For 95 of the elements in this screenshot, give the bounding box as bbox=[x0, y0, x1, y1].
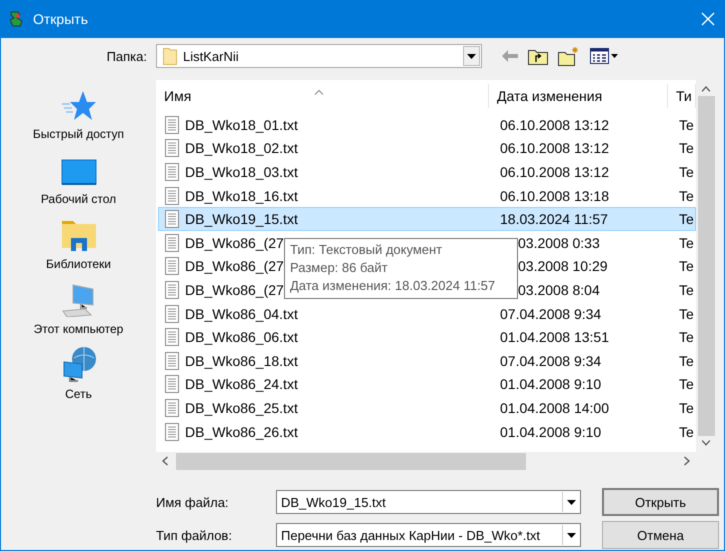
window-title: Открыть bbox=[33, 11, 89, 27]
file-name: DB_Wko18_03.txt bbox=[185, 164, 298, 180]
selected-file-row[interactable]: DB_Wko19_15.txt 18.03.2024 11:57 Te bbox=[158, 207, 696, 231]
document-icon bbox=[165, 162, 179, 181]
sort-ascending-icon bbox=[314, 89, 324, 95]
folder-icon bbox=[163, 47, 177, 65]
modified-date: 03.2008 0:33 bbox=[518, 234, 600, 251]
modified-date: 01.04.2008 14:00 bbox=[500, 400, 609, 416]
scroll-up-icon[interactable] bbox=[701, 86, 711, 92]
file-name: DB_Wko86_24.txt bbox=[185, 376, 298, 392]
modified-date: 07.04.2008 9:34 bbox=[500, 352, 602, 369]
file-type: Te bbox=[679, 211, 694, 228]
file-name: DB_Wko86_25.txt bbox=[185, 400, 298, 416]
library-folder-icon bbox=[60, 220, 96, 252]
folder-dropdown[interactable]: ListKarNii bbox=[156, 44, 482, 68]
file-name: DB_Wko18_01.txt bbox=[185, 116, 298, 133]
file-name: DB_Wko86_26.txt bbox=[185, 424, 298, 440]
folder-up-icon[interactable] bbox=[528, 47, 548, 65]
file-name: DB_Wko18_02.txt bbox=[185, 140, 298, 156]
star-icon bbox=[60, 90, 96, 122]
file-name-value: DB_Wko19_15.txt bbox=[281, 494, 387, 510]
folder-label: Папка: bbox=[106, 48, 147, 64]
folder-name: ListKarNii bbox=[183, 48, 240, 64]
file-type: Te bbox=[679, 234, 694, 251]
document-icon bbox=[165, 210, 179, 228]
place-label[interactable]: Быстрый доступ bbox=[32, 127, 124, 141]
modified-date: 01.04.2008 13:51 bbox=[500, 329, 609, 346]
caret-icon bbox=[567, 532, 576, 538]
scroll-right-icon[interactable] bbox=[684, 456, 690, 466]
document-icon bbox=[165, 139, 179, 158]
modified-date: 06.10.2008 13:18 bbox=[500, 188, 609, 204]
document-icon bbox=[165, 398, 179, 417]
open-button[interactable]: Открыть bbox=[602, 488, 719, 516]
file-type: Te bbox=[679, 400, 694, 416]
column-header[interactable]: Имя bbox=[156, 84, 489, 108]
cancel-button[interactable]: Отмена bbox=[602, 521, 719, 549]
document-icon bbox=[165, 280, 179, 299]
document-icon bbox=[165, 328, 179, 346]
document-icon bbox=[165, 375, 179, 394]
file-name: DB_Wko86_(27 bbox=[185, 234, 284, 251]
file-type: Te bbox=[679, 258, 694, 274]
modified-date: 01.04.2008 9:10 bbox=[500, 424, 602, 440]
monitor-screen-icon bbox=[60, 159, 96, 187]
caret-icon bbox=[467, 54, 476, 58]
place-label[interactable]: Этот компьютер bbox=[34, 322, 124, 336]
file-name: DB_Wko86_(27 bbox=[185, 258, 284, 274]
modified-date: 06.10.2008 13:12 bbox=[500, 164, 609, 180]
file-name: DB_Wko19_15.txt bbox=[185, 211, 298, 228]
file-name: DB_Wko86_(27 bbox=[185, 282, 284, 298]
view-menu-icon[interactable] bbox=[590, 48, 618, 64]
file-type: Te bbox=[679, 352, 694, 369]
close-icon[interactable] bbox=[701, 12, 715, 26]
file-type: Te bbox=[679, 140, 694, 156]
place-label[interactable]: Библиотеки bbox=[46, 257, 111, 271]
column-header[interactable]: Дата изменения bbox=[489, 84, 668, 108]
file-type: Te bbox=[679, 329, 694, 346]
new-folder-icon[interactable] bbox=[558, 46, 580, 66]
file-type: Te bbox=[679, 376, 694, 392]
modified-date: 03.2008 8:04 bbox=[518, 282, 600, 298]
modified-date: 01.04.2008 9:10 bbox=[500, 376, 602, 392]
file-name: DB_Wko18_16.txt bbox=[185, 188, 298, 204]
modified-date: 03.2008 10:29 bbox=[518, 258, 608, 274]
file-name: DB_Wko86_06.txt bbox=[185, 329, 298, 346]
modified-date: 06.10.2008 13:12 bbox=[500, 140, 609, 156]
document-icon bbox=[165, 257, 179, 276]
file-type-label: Тип файлов: bbox=[156, 526, 233, 545]
scroll-down-icon[interactable] bbox=[701, 440, 711, 446]
file-name: DB_Wko86_18.txt bbox=[185, 352, 298, 369]
document-icon bbox=[165, 422, 179, 441]
tooltip-line: Размер: 86 байт bbox=[290, 259, 389, 277]
file-type: Te bbox=[679, 424, 694, 440]
place-label[interactable]: Сеть bbox=[65, 387, 92, 401]
file-type: Te bbox=[679, 306, 694, 322]
file-name-label: Имя файла: bbox=[156, 494, 230, 512]
file-name: DB_Wko86_04.txt bbox=[185, 306, 298, 322]
modified-date: 07.04.2008 9:34 bbox=[500, 306, 602, 322]
tooltip-line: Тип: Текстовый документ bbox=[290, 241, 444, 259]
file-name-dropdown[interactable]: DB_Wko19_15.txt bbox=[276, 490, 581, 514]
file-type: Te bbox=[679, 188, 694, 204]
tooltip-line: Дата изменения: 18.03.2024 11:57 bbox=[290, 277, 496, 295]
modified-date: 06.10.2008 13:12 bbox=[500, 116, 609, 133]
document-icon bbox=[165, 352, 179, 370]
caret-icon bbox=[567, 500, 576, 504]
file-type: Te bbox=[679, 116, 694, 133]
file-type-value: Перечни баз данных КарНии - DB_Wko*.txt bbox=[281, 528, 542, 542]
document-icon bbox=[165, 186, 179, 205]
document-icon bbox=[165, 234, 179, 252]
place-label[interactable]: Рабочий стол bbox=[40, 192, 116, 206]
document-icon bbox=[165, 304, 179, 323]
file-type-dropdown[interactable]: Перечни баз данных КарНии - DB_Wko*.txt bbox=[276, 523, 581, 547]
scroll-left-icon[interactable] bbox=[162, 456, 168, 466]
document-icon bbox=[165, 116, 179, 134]
file-type: Te bbox=[679, 282, 694, 298]
modified-date: 18.03.2024 11:57 bbox=[500, 211, 608, 228]
file-type: Te bbox=[679, 164, 694, 180]
